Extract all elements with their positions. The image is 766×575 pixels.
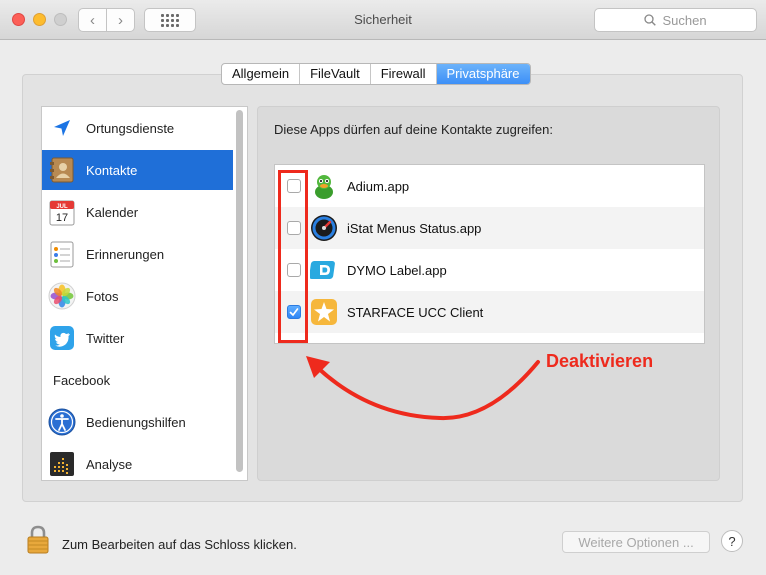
sidebar-item-label: Ortungsdienste: [86, 120, 175, 136]
tab-filevault[interactable]: FileVault: [299, 64, 370, 84]
more-options-button[interactable]: Weitere Optionen ...: [562, 531, 710, 553]
search-icon: [644, 14, 657, 26]
sidebar-item-ortungsdienste[interactable]: Ortungsdienste: [42, 108, 233, 148]
sidebar-item-label: Erinnerungen: [86, 246, 165, 262]
checkbox-highlight-box: [278, 170, 308, 343]
dymo-label-icon: [309, 256, 338, 284]
calendar-month-text: JUL: [56, 204, 68, 210]
accessibility-icon: [47, 407, 77, 437]
tab-bar: Allgemein FileVault Firewall Privatsphär…: [221, 63, 531, 85]
sidebar-item-label: Kalender: [86, 204, 139, 220]
search-placeholder: Suchen: [662, 12, 707, 28]
app-row-starface: STARFACE UCC Client: [275, 291, 704, 333]
sidebar-scrollbar[interactable]: [236, 110, 243, 472]
tab-firewall[interactable]: Firewall: [369, 64, 436, 84]
sidebar-item-kontakte[interactable]: Kontakte: [42, 150, 233, 190]
starface-star-icon: [310, 298, 338, 326]
sidebar-item-facebook[interactable]: Facebook: [42, 360, 233, 400]
analytics-icon: [47, 449, 77, 479]
sidebar-item-twitter[interactable]: Twitter: [42, 318, 233, 358]
annotation-arrow-icon: [306, 356, 540, 421]
istat-gauge-icon: [310, 214, 338, 242]
app-name: iStat Menus Status.app: [347, 220, 482, 236]
title-bar: ‹ › Sicherheit Suchen: [0, 0, 766, 40]
photos-icon: [47, 281, 77, 311]
location-arrow-icon: [47, 113, 77, 143]
app-name: DYMO Label.app: [347, 262, 447, 278]
app-access-list: Adium.app iStat Menus Status.app DYMO La…: [274, 164, 705, 344]
app-name: STARFACE UCC Client: [347, 304, 484, 320]
calendar-day-text: 17: [56, 212, 68, 224]
reminders-icon: [47, 239, 77, 269]
sidebar-item-label: Fotos: [86, 288, 119, 304]
sidebar-item-bedienungshilfen[interactable]: Bedienungshilfen: [42, 402, 233, 442]
sidebar-item-analyse[interactable]: Analyse: [42, 444, 233, 480]
app-row-dymo: DYMO Label.app: [275, 249, 704, 291]
sidebar-item-label: Kontakte: [86, 162, 138, 178]
padlock-icon: [27, 525, 49, 554]
sidebar-item-label: Bedienungshilfen: [86, 414, 186, 430]
privacy-category-list[interactable]: Ortungsdienste Kontakte JUL 17 Kalender E…: [41, 106, 248, 481]
contacts-book-icon: [47, 155, 77, 185]
sidebar-item-erinnerungen[interactable]: Erinnerungen: [42, 234, 233, 274]
app-row-istat: iStat Menus Status.app: [275, 207, 704, 249]
app-row-adium: Adium.app: [275, 165, 704, 207]
search-input[interactable]: Suchen: [594, 8, 757, 32]
sidebar-item-label: Analyse: [86, 456, 133, 472]
sidebar-item-kalender[interactable]: JUL 17 Kalender: [42, 192, 233, 232]
sidebar-item-fotos[interactable]: Fotos: [42, 276, 233, 316]
tab-privatsphaere[interactable]: Privatsphäre: [435, 64, 530, 84]
twitter-icon: [47, 323, 77, 353]
access-description: Diese Apps dürfen auf deine Kontakte zug…: [274, 122, 553, 137]
lock-button[interactable]: [26, 525, 50, 558]
help-button[interactable]: ?: [721, 530, 743, 552]
sidebar-item-label: Twitter: [86, 330, 125, 346]
annotation-label: Deaktivieren: [546, 351, 654, 371]
sidebar-item-label: Facebook: [53, 372, 111, 388]
tab-allgemein[interactable]: Allgemein: [222, 64, 299, 84]
adium-duck-icon: [310, 172, 338, 200]
app-name: Adium.app: [347, 178, 410, 194]
calendar-icon: JUL 17: [47, 197, 77, 227]
lock-hint-text: Zum Bearbeiten auf das Schloss klicken.: [62, 537, 297, 552]
